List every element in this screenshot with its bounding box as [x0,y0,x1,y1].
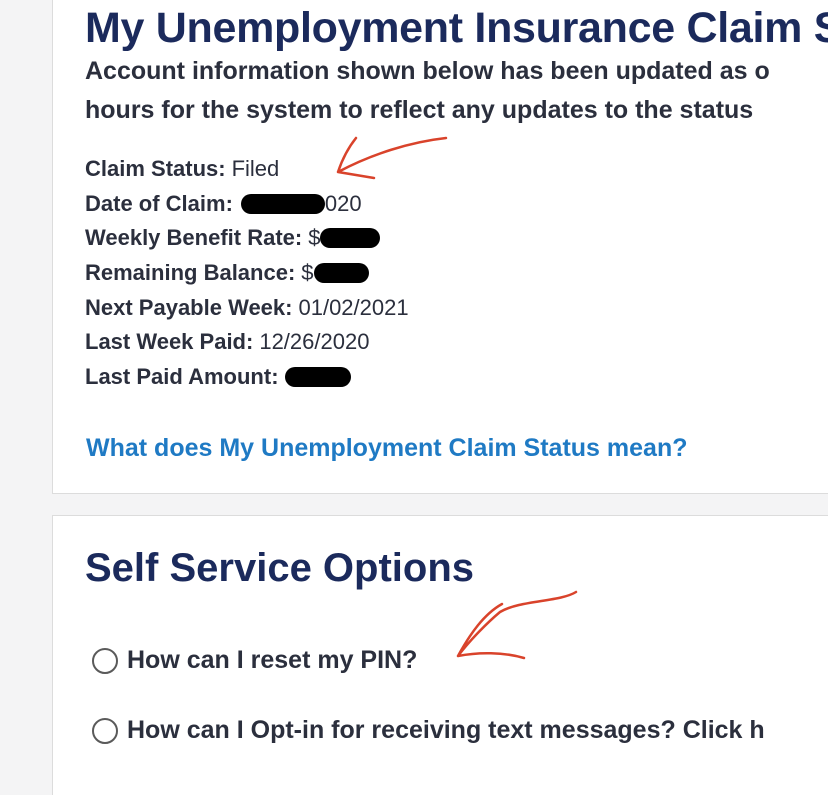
claim-status-value: Filed [231,156,280,182]
weekly-benefit-rate-value: $ [308,225,321,251]
next-payable-week-row: Next Payable Week: 01/02/2021 [85,290,409,325]
last-paid-amount-row: Last Paid Amount: [85,360,409,395]
remaining-balance-label: Remaining Balance: [85,260,296,286]
redaction-mark [240,193,325,214]
next-payable-week-value: 01/02/2021 [298,294,409,320]
last-week-paid-row: Last Week Paid: 12/26/2020 [85,325,409,360]
claim-status-row: Claim Status: Filed [85,152,409,187]
last-week-paid-label: Last Week Paid: [85,329,254,355]
date-of-claim-row: Date of Claim: 020 [85,187,409,222]
text-opt-in-label: How can I Opt-in for receiving text mess… [127,716,765,744]
redaction-mark [320,228,381,249]
reset-pin-label: How can I reset my PIN? [127,646,418,674]
last-week-paid-value: 12/26/2020 [259,329,370,355]
reset-pin-option[interactable]: How can I reset my PIN? [92,646,417,675]
date-of-claim-value: 020 [324,190,362,216]
page-title: My Unemployment Insurance Claim S [85,4,828,52]
update-notice-line-2: hours for the system to reflect any upda… [85,96,754,124]
text-opt-in-option[interactable]: How can I Opt-in for receiving text mess… [92,716,765,745]
date-of-claim-label: Date of Claim: [85,190,233,216]
text-opt-in-checkbox[interactable] [92,717,118,744]
reset-pin-checkbox[interactable] [92,647,118,674]
redaction-mark [284,366,351,387]
last-paid-amount-label: Last Paid Amount: [85,363,279,389]
update-notice-line-1: Account information shown below has been… [85,57,770,85]
claim-status-list: Claim Status: Filed Date of Claim: 020 W… [85,152,409,394]
claim-status-help-link[interactable]: What does My Unemployment Claim Status m… [86,434,688,463]
redaction-mark [313,263,369,284]
self-service-title: Self Service Options [85,546,475,590]
remaining-balance-value: $ [301,260,314,286]
remaining-balance-row: Remaining Balance: $ [85,256,409,291]
claim-status-label: Claim Status: [85,156,226,182]
weekly-benefit-rate-label: Weekly Benefit Rate: [85,225,303,251]
next-payable-week-label: Next Payable Week: [85,294,293,320]
weekly-benefit-rate-row: Weekly Benefit Rate: $ [85,221,409,256]
